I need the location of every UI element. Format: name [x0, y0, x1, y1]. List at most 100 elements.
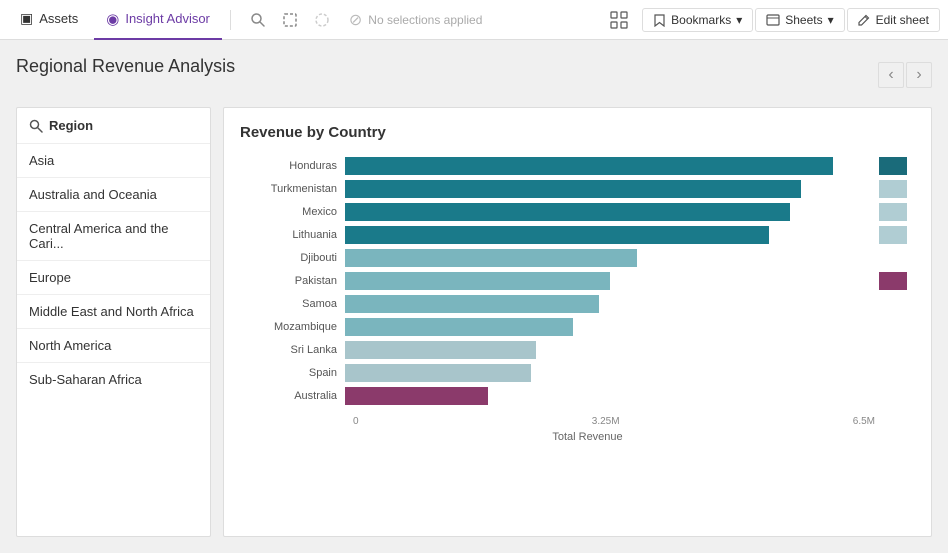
bookmarks-button[interactable]: Bookmarks ▾ — [642, 8, 753, 32]
mini-bar — [879, 157, 907, 175]
bar-fill — [345, 318, 573, 336]
chart-title: Revenue by Country — [240, 124, 915, 141]
tab-insight-advisor[interactable]: ◉ Insight Advisor — [94, 0, 222, 40]
no-sel-icon: ⊘ — [349, 10, 362, 30]
bar-fill — [345, 203, 790, 221]
mini-bar — [879, 364, 915, 382]
bar-container — [345, 249, 875, 267]
bar-container — [345, 387, 875, 405]
bar-row: Spain — [240, 364, 875, 382]
grid-view-button[interactable] — [604, 5, 634, 35]
chart-area: Honduras Turkmenistan Mexico Lithuania Djibo… — [240, 157, 915, 443]
region-item[interactable]: Middle East and North Africa — [17, 295, 210, 329]
chart-axis: 0 3.25M 6.5M — [240, 416, 875, 427]
bar-container — [345, 341, 875, 359]
assets-icon: ▣ — [20, 10, 33, 27]
bar-row: Lithuania — [240, 226, 875, 244]
bar-fill — [345, 157, 833, 175]
axis-3-25m: 3.25M — [592, 416, 620, 427]
mini-bar — [879, 249, 915, 267]
axis-6-5m: 6.5M — [853, 416, 875, 427]
mini-bar — [879, 272, 907, 290]
page-title: Regional Revenue Analysis — [16, 56, 235, 77]
bar-fill — [345, 364, 531, 382]
toolbar-icons — [243, 5, 337, 35]
bar-fill — [345, 226, 769, 244]
bar-container — [345, 295, 875, 313]
bar-label: Pakistan — [240, 275, 345, 287]
prev-page-button[interactable]: ‹ — [878, 62, 904, 88]
region-item[interactable]: Asia — [17, 144, 210, 178]
bar-container — [345, 157, 875, 175]
bar-fill — [345, 387, 488, 405]
region-item[interactable]: Central America and the Cari... — [17, 212, 210, 261]
page-content: Regional Revenue Analysis ‹ › Region Asi… — [0, 40, 948, 553]
main-layout: Region AsiaAustralia and OceaniaCentral … — [16, 107, 932, 537]
bar-fill — [345, 249, 637, 267]
assets-label: Assets — [39, 11, 78, 26]
bars-area: Honduras Turkmenistan Mexico Lithuania Djibo… — [240, 157, 875, 443]
region-filter-panel: Region AsiaAustralia and OceaniaCentral … — [16, 107, 211, 537]
bar-label: Sri Lanka — [240, 344, 345, 356]
chart-xlabel: Total Revenue — [240, 431, 875, 443]
bookmarks-label: Bookmarks — [671, 13, 731, 27]
separator — [230, 10, 231, 30]
circle-selection-icon[interactable] — [307, 5, 337, 35]
bar-label: Spain — [240, 367, 345, 379]
bar-fill — [345, 341, 536, 359]
lasso-icon[interactable] — [275, 5, 305, 35]
sheets-chevron: ▾ — [828, 13, 834, 27]
bar-label: Honduras — [240, 160, 345, 172]
bar-row: Turkmenistan — [240, 180, 875, 198]
bar-row: Samoa — [240, 295, 875, 313]
sheets-label: Sheets — [785, 13, 822, 27]
bar-row: Djibouti — [240, 249, 875, 267]
mini-bar — [879, 226, 907, 244]
bar-label: Australia — [240, 390, 345, 402]
search-row: Region — [17, 108, 210, 144]
region-list: AsiaAustralia and OceaniaCentral America… — [17, 144, 210, 396]
tab-assets[interactable]: ▣ Assets — [8, 0, 90, 40]
insight-icon: ◉ — [106, 10, 119, 28]
bar-label: Mexico — [240, 206, 345, 218]
bar-container — [345, 180, 875, 198]
top-navigation-bar: ▣ Assets ◉ Insight Advisor ⊘ No selectio… — [0, 0, 948, 40]
bar-label: Turkmenistan — [240, 183, 345, 195]
bar-label: Mozambique — [240, 321, 345, 333]
bar-label: Djibouti — [240, 252, 345, 264]
bookmarks-chevron: ▾ — [736, 13, 742, 27]
bar-row: Australia — [240, 387, 875, 405]
no-selections-indicator: ⊘ No selections applied — [341, 10, 490, 30]
bar-row: Pakistan — [240, 272, 875, 290]
region-filter-label: Region — [49, 118, 93, 133]
edit-sheet-button[interactable]: Edit sheet — [847, 8, 940, 32]
sheets-button[interactable]: Sheets ▾ — [755, 8, 844, 32]
bar-chart: Honduras Turkmenistan Mexico Lithuania Djibo… — [240, 157, 875, 410]
bar-label: Lithuania — [240, 229, 345, 241]
next-page-button[interactable]: › — [906, 62, 932, 88]
mini-bar — [879, 295, 915, 313]
no-selections-label: No selections applied — [368, 13, 482, 27]
bar-row: Mozambique — [240, 318, 875, 336]
insight-advisor-label: Insight Advisor — [125, 11, 210, 26]
bar-container — [345, 364, 875, 382]
bar-container — [345, 272, 875, 290]
region-item[interactable]: Sub-Saharan Africa — [17, 363, 210, 396]
search-icon — [29, 119, 43, 133]
right-actions: Bookmarks ▾ Sheets ▾ Edit sheet — [604, 5, 940, 35]
chart-panel: Revenue by Country Honduras Turkmenistan M… — [223, 107, 932, 537]
bar-container — [345, 226, 875, 244]
bar-label: Samoa — [240, 298, 345, 310]
region-item[interactable]: North America — [17, 329, 210, 363]
bar-container — [345, 318, 875, 336]
mini-bar — [879, 341, 915, 359]
bar-fill — [345, 272, 610, 290]
edit-sheet-label: Edit sheet — [876, 13, 929, 27]
search-toolbar-icon[interactable] — [243, 5, 273, 35]
bar-row: Honduras — [240, 157, 875, 175]
region-item[interactable]: Europe — [17, 261, 210, 295]
bar-container — [345, 203, 875, 221]
region-item[interactable]: Australia and Oceania — [17, 178, 210, 212]
mini-bar — [879, 180, 907, 198]
axis-0: 0 — [353, 416, 359, 427]
